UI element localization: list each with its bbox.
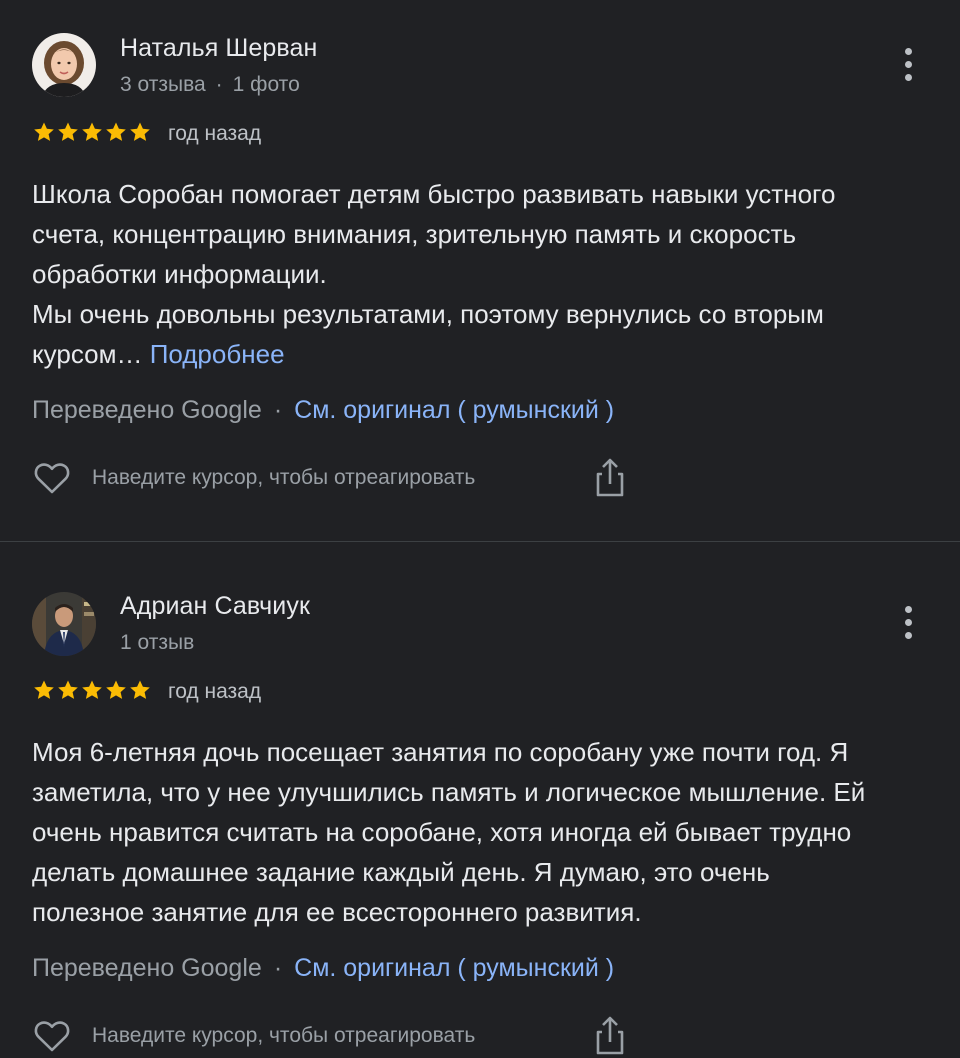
star-icon [130,680,150,699]
review-count: 1 отзыв [120,631,195,654]
separator: · [273,396,283,424]
share-icon[interactable] [590,456,630,500]
review-text: Моя 6-летняя дочь посещает занятия по со… [32,732,932,932]
author-avatar[interactable] [32,33,96,97]
author-meta: 3 отзыва · 1 фото [120,73,300,97]
review-body: Моя 6-летняя дочь посещает занятия по со… [32,737,866,927]
review-count: 3 отзыва [120,73,206,96]
star-icon [34,680,54,699]
review-card: Наталья Шерван 3 отзыва · 1 фото год назад… [0,0,960,542]
review-card: Адриан Савчиук 1 отзыв год назад Моя 6-л… [0,558,960,1055]
separator: · [215,73,223,96]
reaction-hint: Наведите курсор, чтобы отреагировать [92,1024,476,1047]
author-name[interactable]: Наталья Шерван [120,34,317,63]
translated-by-label: Переведено Google [32,396,262,424]
star-icon [58,680,78,699]
star-icon [58,122,78,141]
translation-info: Переведено Google · См. оригинал ( румынск… [32,396,614,425]
reaction-bar: Наведите курсор, чтобы отреагировать [32,1014,475,1058]
review-divider [0,541,960,542]
heart-icon[interactable] [32,458,72,498]
review-date: год назад [168,680,262,703]
more-vert-dot [904,631,912,639]
share-icon[interactable] [590,1014,630,1058]
star-icon [82,680,102,699]
more-options-button[interactable] [888,44,928,84]
star-icon [106,122,126,141]
more-vert-icon [904,605,912,613]
read-more-link[interactable]: Подробнее [150,339,285,369]
reaction-bar: Наведите курсор, чтобы отреагировать [32,456,475,500]
star-rating [32,120,152,150]
separator: · [273,954,283,982]
see-original-link[interactable]: См. оригинал ( румынский ) [294,396,614,424]
more-options-button[interactable] [888,602,928,642]
author-name[interactable]: Адриан Савчиук [120,592,310,621]
star-icon [34,122,54,141]
author-meta: 1 отзыв [120,631,194,655]
photo-count: 1 фото [232,73,300,96]
reaction-hint: Наведите курсор, чтобы отреагировать [92,466,476,489]
review-text: Школа Соробан помогает детям быстро разв… [32,174,932,374]
more-vert-dot [904,618,912,626]
star-rating [32,678,152,708]
author-avatar[interactable] [32,592,96,656]
more-vert-icon [904,47,912,55]
translated-by-label: Переведено Google [32,954,262,982]
translation-info: Переведено Google · См. оригинал ( румынск… [32,954,614,983]
star-icon [82,122,102,141]
star-icon [130,122,150,141]
heart-icon[interactable] [32,1016,72,1056]
see-original-link[interactable]: См. оригинал ( румынский ) [294,954,614,982]
star-icon [106,680,126,699]
more-vert-dot [904,73,912,81]
review-date: год назад [168,122,262,145]
more-vert-dot [904,60,912,68]
